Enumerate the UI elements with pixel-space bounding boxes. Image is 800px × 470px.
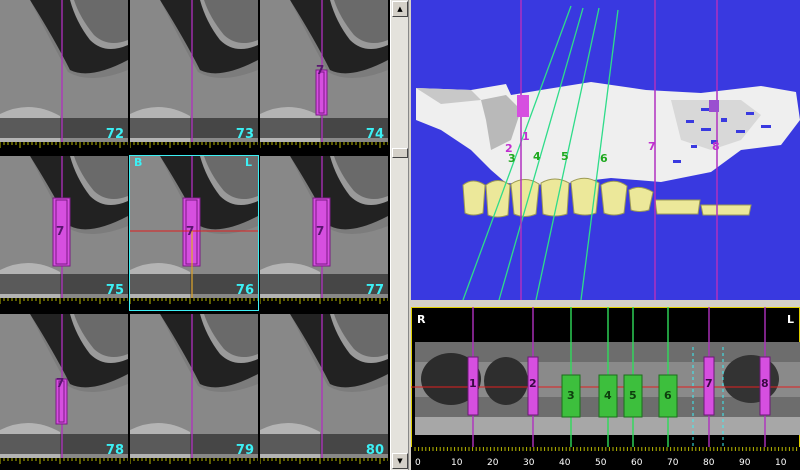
implant-label-6: 6 [600, 152, 608, 165]
pano-ruler-label: 0 [415, 458, 421, 468]
cross-section-grid: 72 73 7 74 7 75 7 76 B L 7 77 7 78 79 80 [0, 0, 390, 470]
pano-implant-label-2: 2 [529, 377, 537, 390]
pano-ruler-label: 70 [667, 458, 679, 468]
slice-implant-label: 7 [56, 376, 65, 390]
pano-ruler-label: 10 [451, 458, 463, 468]
slice-implant-label: 7 [316, 63, 325, 77]
pano-ruler-label: 80 [703, 458, 715, 468]
slice-panel-76[interactable]: 7 76 B L [129, 155, 259, 311]
pano-ruler-label: 90 [739, 458, 751, 468]
slice-panel-72[interactable]: 72 [0, 0, 128, 154]
pano-implant-label-5: 5 [629, 389, 637, 402]
pano-implant-label-4: 4 [604, 389, 612, 402]
pano-ruler-label: 10 [775, 458, 787, 468]
slice-number: 77 [365, 283, 384, 298]
slice-panel-77[interactable]: 7 77 [260, 156, 388, 310]
slice-corner-b: B [134, 156, 143, 169]
slice-panel-78[interactable]: 7 78 [0, 314, 128, 470]
slice-number: 79 [235, 443, 254, 458]
implant-label-1: 1 [522, 130, 530, 143]
pano-corner-r: R [417, 313, 426, 326]
implant-label-7: 7 [648, 140, 656, 153]
slice-implant-label: 7 [186, 224, 195, 238]
slice-number: 78 [105, 443, 124, 458]
pano-ruler-label: 40 [559, 458, 571, 468]
pano-implant-label-1: 1 [469, 377, 477, 390]
pano-ruler-label: 30 [523, 458, 535, 468]
implant-label-5: 5 [561, 150, 569, 163]
jaw-3d-render: 1 2 3 4 5 6 7 8 [416, 0, 800, 300]
implant-label-3: 3 [508, 152, 516, 165]
scroll-up-icon[interactable]: ▲ [392, 1, 408, 17]
slice-number: 72 [105, 127, 124, 142]
slice-panel-74[interactable]: 7 74 [260, 0, 388, 154]
slice-number: 73 [235, 127, 254, 142]
view-3d-panel[interactable]: 1 2 3 4 5 6 7 8 [411, 0, 800, 300]
scroll-thumb[interactable] [392, 148, 408, 158]
pano-ruler-label: 60 [631, 458, 643, 468]
pano-ruler-label: 20 [487, 458, 499, 468]
panoramic-render: 1 2 3 4 5 6 7 8 R L 0 10 20 30 40 50 60 70 80 90 10 [411, 307, 800, 470]
pano-implant-label-3: 3 [567, 389, 575, 402]
pano-corner-l: L [787, 313, 794, 326]
scroll-down-icon[interactable]: ▼ [392, 453, 408, 469]
slice-number: 80 [365, 443, 384, 458]
pano-implant-label-8: 8 [761, 377, 769, 390]
slice-implant-label: 7 [316, 224, 325, 238]
implant-label-8: 8 [712, 140, 720, 153]
slice-implant-label: 7 [56, 224, 65, 238]
panoramic-view-panel[interactable]: 1 2 3 4 5 6 7 8 R L 0 10 20 30 40 50 60 70 80 90 10 [411, 307, 800, 470]
slice-number: 75 [105, 283, 124, 298]
slice-panel-80[interactable]: 80 [260, 314, 388, 470]
slice-panel-75[interactable]: 7 75 [0, 156, 128, 310]
slice-corner-l: L [244, 156, 252, 169]
slice-number: 74 [365, 127, 384, 142]
slice-number: 76 [235, 283, 254, 298]
pano-implant-label-6: 6 [664, 389, 672, 402]
slice-panel-73[interactable]: 73 [130, 0, 258, 154]
slice-panel-79[interactable]: 79 [130, 314, 258, 470]
pano-implant-label-7: 7 [705, 377, 713, 390]
pano-ruler-label: 50 [595, 458, 607, 468]
implant-label-4: 4 [533, 150, 541, 163]
vertical-scrollbar[interactable]: ▲ ▼ [390, 0, 409, 470]
